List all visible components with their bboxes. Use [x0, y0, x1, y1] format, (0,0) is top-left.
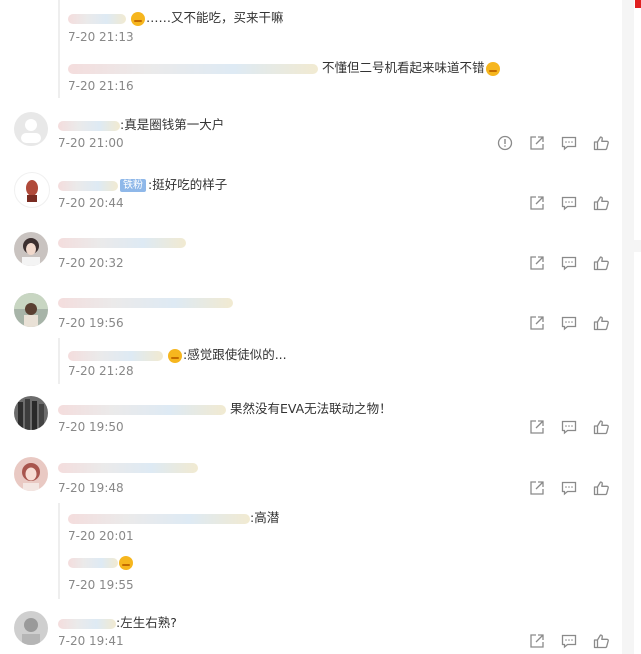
comment-content — [58, 294, 233, 309]
share-icon[interactable] — [528, 314, 546, 332]
username[interactable] — [58, 462, 198, 473]
share-icon[interactable] — [528, 194, 546, 212]
comment-icon[interactable] — [560, 254, 578, 272]
side-panel — [634, 0, 641, 240]
share-icon[interactable] — [528, 134, 546, 152]
share-icon[interactable] — [528, 632, 546, 650]
comment-content: 果然没有EVA无法联动之物！ — [58, 398, 392, 417]
reply-thread — [58, 0, 60, 98]
share-icon[interactable] — [528, 479, 546, 497]
timestamp: 7-20 19:56 — [58, 316, 124, 330]
reply-thread — [58, 338, 60, 384]
timestamp: 7-20 19:55 — [68, 578, 134, 592]
username[interactable] — [68, 13, 126, 24]
username[interactable] — [58, 237, 186, 248]
comment-icon[interactable] — [560, 479, 578, 497]
comment-actions — [528, 314, 616, 332]
timestamp: 7-20 20:32 — [58, 256, 124, 270]
comment-content: :左生右熟? — [58, 612, 177, 631]
comment-text: 左生右熟? — [120, 615, 177, 630]
timestamp: 7-20 21:28 — [68, 364, 134, 378]
timestamp: 7-20 20:01 — [68, 529, 134, 543]
reply-item: ……又不能吃，买来干嘛 — [68, 7, 284, 26]
username[interactable] — [68, 513, 250, 524]
share-icon[interactable] — [528, 254, 546, 272]
like-icon[interactable] — [592, 418, 610, 436]
username[interactable] — [58, 618, 116, 629]
reply-text: ……又不能吃，买来干嘛 — [145, 10, 284, 25]
username[interactable] — [68, 557, 118, 568]
reply-thread — [58, 503, 60, 599]
avatar[interactable] — [14, 172, 50, 208]
report-icon[interactable] — [496, 134, 514, 152]
reply-text: 高潜 — [254, 510, 280, 525]
emoji-icon — [119, 555, 133, 570]
emoji-icon — [130, 11, 145, 26]
comment-content: :真是圈钱第一大户 — [58, 114, 224, 133]
comment-actions — [528, 254, 616, 272]
reply-item: :高潜 — [68, 507, 279, 526]
comment-content — [58, 459, 198, 474]
avatar[interactable] — [14, 396, 48, 430]
timestamp: 7-20 19:41 — [58, 634, 124, 648]
comment-icon[interactable] — [560, 134, 578, 152]
comment-actions — [528, 479, 616, 497]
emoji-icon — [167, 348, 182, 363]
comment-text: 挺好吃的样子 — [152, 177, 228, 192]
timestamp: 7-20 19:50 — [58, 420, 124, 434]
like-icon[interactable] — [592, 479, 610, 497]
reply-item: :感觉跟使徒似的... — [68, 344, 287, 363]
avatar[interactable] — [14, 112, 48, 146]
timestamp: 7-20 19:48 — [58, 481, 124, 495]
timestamp: 7-20 21:00 — [58, 136, 124, 150]
avatar[interactable] — [14, 293, 48, 327]
fan-badge: 铁粉 — [120, 179, 146, 192]
like-icon[interactable] — [592, 134, 610, 152]
username[interactable] — [68, 63, 318, 74]
reply-text: 感觉跟使徒似的... — [187, 347, 287, 362]
username[interactable] — [58, 180, 118, 191]
reply-item — [68, 554, 134, 570]
comment-feed: ……又不能吃，买来干嘛 7-20 21:13 不懂但二号机看起来味道不错 7-2… — [0, 0, 620, 654]
comment-actions — [496, 134, 616, 152]
username[interactable] — [58, 404, 226, 415]
comment-icon[interactable] — [560, 314, 578, 332]
avatar[interactable] — [14, 232, 48, 266]
like-icon[interactable] — [592, 194, 610, 212]
emoji-icon — [485, 61, 500, 76]
comment-actions — [528, 418, 616, 436]
timestamp: 7-20 20:44 — [58, 196, 124, 210]
comment-actions — [528, 194, 616, 212]
comment-icon[interactable] — [560, 418, 578, 436]
comment-actions — [528, 632, 616, 650]
share-icon[interactable] — [528, 418, 546, 436]
comment-text: 真是圈钱第一大户 — [124, 117, 225, 132]
timestamp: 7-20 21:13 — [68, 30, 134, 44]
avatar[interactable] — [14, 611, 48, 645]
comment-icon[interactable] — [560, 632, 578, 650]
comment-text: 果然没有EVA无法联动之物！ — [229, 401, 392, 416]
like-icon[interactable] — [592, 632, 610, 650]
reply-text: 不懂但二号机看起来味道不错 — [321, 60, 485, 75]
like-icon[interactable] — [592, 254, 610, 272]
notification-marker — [635, 0, 641, 8]
avatar[interactable] — [14, 457, 48, 491]
comment-content: 铁粉:挺好吃的样子 — [58, 174, 227, 193]
comment-icon[interactable] — [560, 194, 578, 212]
timestamp: 7-20 21:16 — [68, 79, 134, 93]
username[interactable] — [58, 120, 120, 131]
comment-content — [58, 234, 186, 249]
username[interactable] — [58, 297, 233, 308]
reply-item: 不懂但二号机看起来味道不错 — [68, 57, 501, 76]
like-icon[interactable] — [592, 314, 610, 332]
username[interactable] — [68, 350, 163, 361]
side-panel — [634, 252, 641, 654]
